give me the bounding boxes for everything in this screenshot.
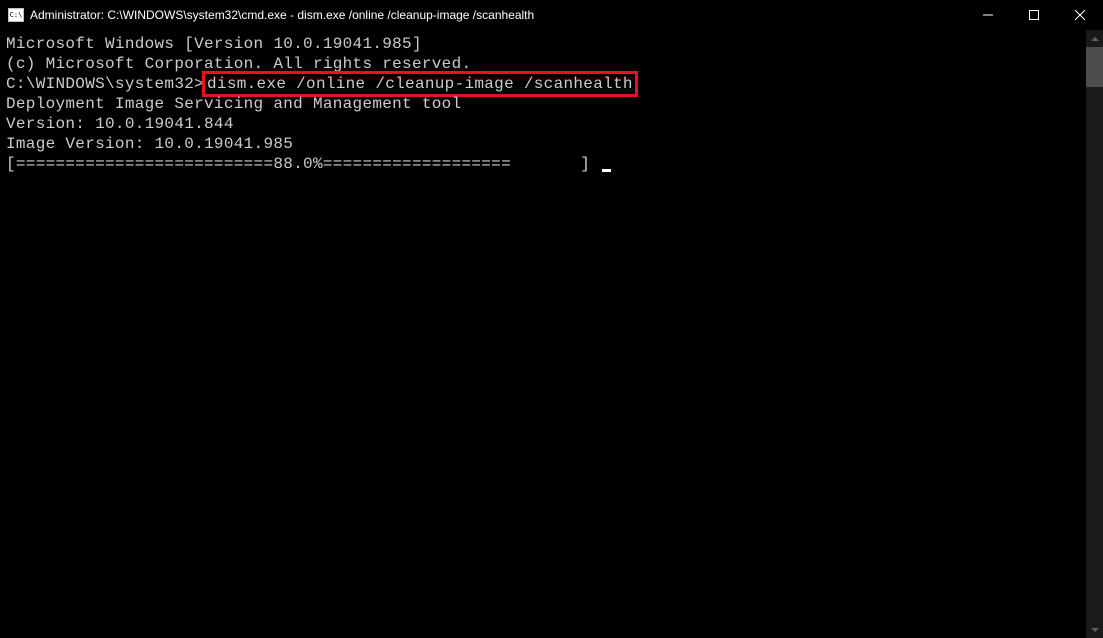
output-line: Image Version: 10.0.19041.985 xyxy=(6,134,1097,154)
command-text: dism.exe /online /cleanup-image /scanhea… xyxy=(207,75,633,93)
scrollbar-thumb[interactable] xyxy=(1086,47,1103,87)
chevron-up-icon xyxy=(1091,37,1099,41)
maximize-button[interactable] xyxy=(1011,0,1057,30)
prompt-prefix: C:\WINDOWS\system32> xyxy=(6,74,204,94)
scrollbar-down-button[interactable] xyxy=(1086,621,1103,638)
output-line: Deployment Image Servicing and Managemen… xyxy=(6,94,1097,114)
terminal-output[interactable]: Microsoft Windows [Version 10.0.19041.98… xyxy=(0,30,1103,638)
close-button[interactable] xyxy=(1057,0,1103,30)
output-line: Version: 10.0.19041.844 xyxy=(6,114,1097,134)
scrollbar-up-button[interactable] xyxy=(1086,30,1103,47)
progress-bar: [==========================88.0%========… xyxy=(6,155,600,173)
minimize-button[interactable] xyxy=(965,0,1011,30)
maximize-icon xyxy=(1029,10,1039,20)
prompt-line: C:\WINDOWS\system32>dism.exe /online /cl… xyxy=(6,74,1097,94)
window-controls xyxy=(965,0,1103,30)
vertical-scrollbar[interactable] xyxy=(1086,30,1103,638)
chevron-down-icon xyxy=(1091,628,1099,632)
cursor xyxy=(602,169,611,172)
cmd-icon xyxy=(8,8,24,22)
progress-line: [==========================88.0%========… xyxy=(6,154,1097,174)
cmd-window: Administrator: C:\WINDOWS\system32\cmd.e… xyxy=(0,0,1103,638)
titlebar[interactable]: Administrator: C:\WINDOWS\system32\cmd.e… xyxy=(0,0,1103,30)
output-line: Microsoft Windows [Version 10.0.19041.98… xyxy=(6,34,1097,54)
titlebar-left: Administrator: C:\WINDOWS\system32\cmd.e… xyxy=(0,8,534,22)
window-title: Administrator: C:\WINDOWS\system32\cmd.e… xyxy=(30,8,534,22)
minimize-icon xyxy=(983,10,993,20)
close-icon xyxy=(1075,10,1085,20)
